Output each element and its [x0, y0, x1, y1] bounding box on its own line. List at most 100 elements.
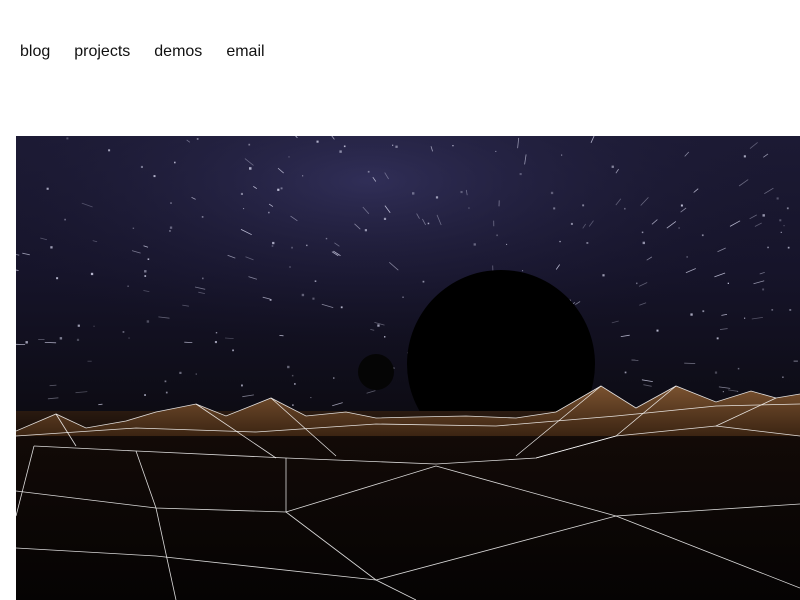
star — [195, 373, 197, 375]
star — [343, 145, 346, 148]
star — [291, 374, 294, 377]
star — [312, 297, 315, 300]
star — [164, 380, 167, 383]
star — [624, 371, 627, 374]
star-streak — [98, 403, 103, 406]
star — [174, 161, 176, 164]
synthwave-canvas[interactable] — [16, 136, 800, 600]
star — [202, 277, 204, 280]
star — [522, 270, 524, 272]
star — [280, 187, 283, 190]
star — [743, 155, 746, 158]
synthwave-scene — [16, 136, 800, 600]
star — [146, 320, 150, 323]
star — [737, 367, 740, 370]
nav-link-blog[interactable]: blog — [20, 41, 50, 63]
star — [132, 227, 135, 229]
star — [287, 365, 290, 369]
nav-link-projects[interactable]: projects — [74, 41, 130, 63]
star — [294, 383, 296, 385]
star — [496, 234, 498, 237]
star — [722, 391, 724, 393]
star — [473, 243, 476, 246]
star — [277, 188, 280, 191]
star — [780, 231, 782, 233]
star — [306, 244, 308, 247]
star — [147, 258, 150, 260]
star — [460, 191, 463, 194]
star — [56, 277, 59, 280]
star — [310, 397, 312, 399]
star — [744, 317, 746, 319]
star — [506, 243, 508, 245]
star — [702, 310, 705, 313]
star — [301, 293, 305, 297]
star — [624, 207, 626, 210]
star — [767, 246, 769, 249]
star — [333, 377, 335, 379]
star — [59, 337, 63, 340]
site-nav: blog projects demos email — [20, 41, 265, 63]
star — [383, 217, 387, 220]
star — [314, 280, 317, 282]
star-streak — [49, 384, 57, 387]
star — [364, 229, 367, 232]
star — [783, 225, 785, 227]
star — [582, 204, 585, 207]
star — [108, 149, 111, 152]
star — [789, 309, 792, 311]
star — [402, 296, 404, 298]
star — [701, 234, 704, 237]
star — [140, 165, 143, 168]
star — [66, 137, 69, 140]
star — [553, 207, 556, 210]
star — [289, 266, 291, 268]
star — [392, 144, 394, 146]
star — [786, 207, 789, 210]
star — [214, 341, 217, 344]
star — [636, 282, 638, 285]
star — [76, 338, 80, 341]
star — [128, 337, 130, 339]
star — [782, 376, 784, 378]
star — [90, 272, 94, 276]
star — [377, 324, 380, 327]
star — [737, 391, 739, 392]
star — [201, 216, 204, 218]
star — [642, 241, 645, 245]
star — [422, 280, 425, 283]
star — [248, 143, 251, 146]
star — [678, 227, 680, 229]
star — [427, 222, 430, 225]
star — [771, 309, 774, 311]
small-planet — [358, 354, 394, 390]
nav-link-email[interactable]: email — [226, 41, 264, 63]
star — [170, 202, 172, 204]
star — [25, 341, 28, 344]
star — [165, 391, 168, 394]
nav-link-demos[interactable]: demos — [154, 41, 202, 63]
star — [50, 246, 53, 249]
star — [232, 349, 234, 352]
star — [268, 211, 270, 214]
star — [144, 394, 146, 396]
star — [779, 219, 782, 222]
star — [656, 329, 659, 332]
star — [680, 204, 683, 207]
star — [93, 325, 95, 327]
star — [395, 145, 398, 148]
star — [776, 197, 779, 200]
star — [241, 384, 243, 387]
star — [169, 230, 171, 232]
star — [602, 274, 605, 277]
star — [316, 140, 319, 143]
star — [367, 170, 370, 173]
star — [64, 218, 66, 221]
star — [302, 175, 304, 177]
star — [215, 332, 218, 334]
star — [271, 245, 274, 247]
star — [288, 156, 290, 158]
star — [787, 246, 790, 249]
star — [340, 306, 343, 309]
star — [240, 192, 243, 195]
